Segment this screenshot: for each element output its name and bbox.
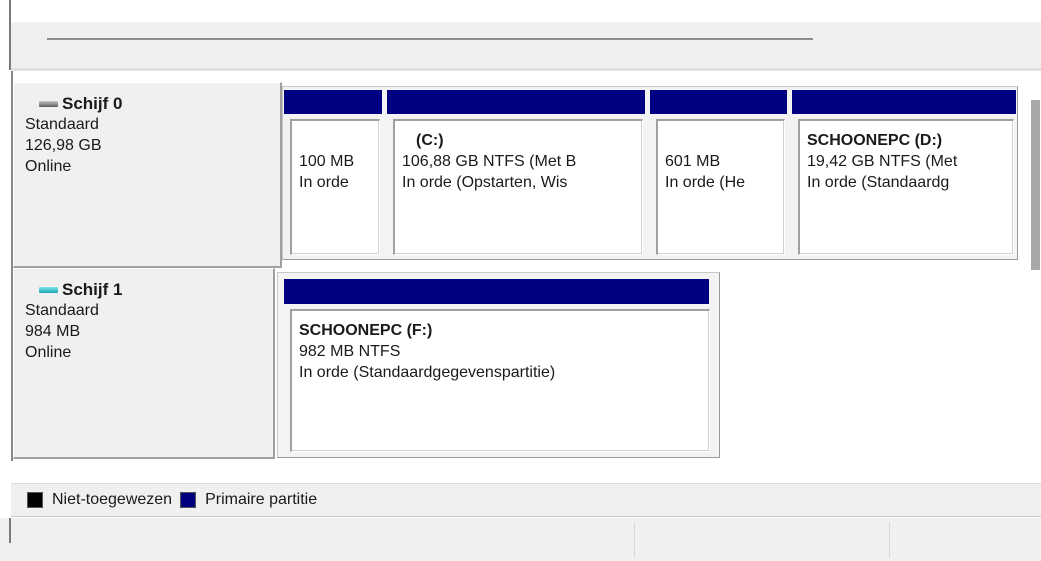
status-bar-divider	[889, 522, 890, 558]
partition-status: In orde (Standaardg	[807, 174, 950, 191]
partition-status: In orde	[299, 174, 349, 191]
partition-bar	[792, 90, 1016, 114]
partition-title: (C:)	[416, 132, 444, 149]
volume-list-pane[interactable]	[11, 22, 1041, 68]
status-bar-divider	[634, 522, 635, 558]
disk-0-type: Standaard	[25, 116, 99, 133]
partition-1-0[interactable]: SCHOONEPC (F:) 982 MB NTFS In orde (Stan…	[290, 309, 710, 452]
partition-title: SCHOONEPC (F:)	[299, 322, 433, 339]
disk-0-size: 126,98 GB	[25, 137, 102, 154]
legend-primary-label: Primaire partitie	[205, 491, 318, 508]
partition-bar	[650, 90, 787, 114]
partition-0-2[interactable]: 601 MB In orde (He	[656, 119, 785, 255]
unallocated-swatch	[27, 492, 43, 508]
hard-disk-icon	[39, 100, 58, 107]
disk-0-info[interactable]: Schijf 0 Standaard 126,98 GB Online	[13, 82, 282, 268]
partition-size: 106,88 GB NTFS (Met B	[402, 153, 577, 170]
disk-0-header: Schijf 0	[25, 93, 280, 114]
partition-size: 19,42 GB NTFS (Met	[807, 153, 958, 170]
partition-0-1[interactable]: (C:) 106,88 GB NTFS (Met B In orde (Opst…	[393, 119, 643, 255]
primary-partition-swatch	[180, 492, 197, 508]
disk-0-status: Online	[25, 158, 72, 175]
disk-1-name: Schijf 1	[62, 280, 123, 299]
partition-status: In orde (Standaardgegevenspartitie)	[299, 364, 556, 381]
vertical-scrollbar[interactable]	[1031, 100, 1040, 270]
removable-disk-icon	[39, 286, 58, 293]
legend-unallocated-label: Niet-toegewezen	[52, 491, 173, 508]
partition-status: In orde (Opstarten, Wis	[402, 174, 568, 191]
partition-bar	[387, 90, 645, 114]
partition-title-empty	[299, 130, 379, 151]
status-bar-border	[9, 518, 11, 543]
partition-0-3[interactable]: SCHOONEPC (D:) 19,42 GB NTFS (Met In ord…	[798, 119, 1014, 255]
disk-1-header: Schijf 1	[25, 279, 273, 300]
partition-size: 982 MB NTFS	[299, 343, 401, 360]
partition-size: 100 MB	[299, 153, 355, 170]
partition-size: 601 MB	[665, 153, 721, 170]
legend: Niet-toegewezen Primaire partitie	[11, 483, 1041, 517]
partition-title-empty	[665, 130, 784, 151]
partition-bar	[284, 279, 709, 304]
status-bar	[0, 518, 1041, 561]
partition-0-0[interactable]: 100 MB In orde	[290, 119, 380, 255]
disk-1-type: Standaard	[25, 302, 99, 319]
partition-bar	[284, 90, 382, 114]
disk-1-size: 984 MB	[25, 323, 81, 340]
volume-list-divider	[47, 38, 813, 40]
disk-1-status: Online	[25, 344, 72, 361]
partition-status: In orde (He	[665, 174, 746, 191]
disk-1-info[interactable]: Schijf 1 Standaard 984 MB Online	[13, 268, 275, 459]
partition-title: SCHOONEPC (D:)	[807, 132, 943, 149]
disk-0-name: Schijf 0	[62, 94, 123, 113]
